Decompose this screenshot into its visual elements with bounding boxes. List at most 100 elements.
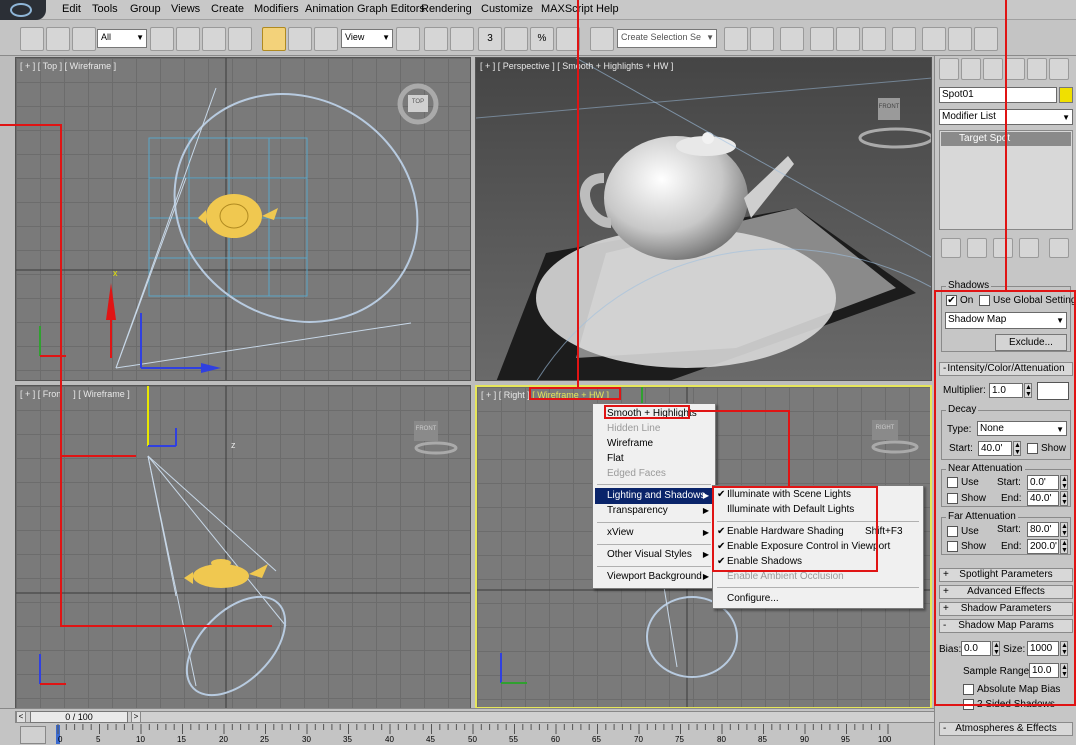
menu-animation[interactable]: Animation [305, 3, 354, 15]
menu-item-flat[interactable]: Flat [595, 451, 713, 467]
create-tab-icon[interactable] [939, 58, 959, 80]
snap-3d-icon[interactable]: 3 [478, 27, 502, 51]
menu-modifiers[interactable]: Modifiers [254, 3, 299, 15]
tick-label-35: 35 [343, 735, 352, 744]
tick-label-95: 95 [841, 735, 850, 744]
annotation-line [1005, 0, 1007, 292]
annotation-box-smooth-highlights [604, 405, 690, 419]
object-name-field[interactable]: Spot01 [939, 87, 1057, 103]
time-prev-arrow-icon[interactable]: < [16, 711, 26, 723]
tick-label-80: 80 [717, 735, 726, 744]
ref-coord-dropdown[interactable]: View [341, 29, 393, 48]
menu-customize[interactable]: Customize [481, 3, 533, 15]
menu-item-xview[interactable]: xView ▶ [595, 525, 713, 541]
menu-item-wireframe[interactable]: Wireframe [595, 436, 713, 452]
select-object-icon[interactable] [150, 27, 174, 51]
graphite-tools-icon[interactable] [810, 27, 834, 51]
schematic-view-icon[interactable] [862, 27, 886, 51]
modify-tab-icon[interactable] [961, 58, 981, 80]
annotation-line [60, 124, 62, 627]
angle-snap-icon[interactable] [504, 27, 528, 51]
viewport-top-label[interactable]: [ + ] [ Top ] [ Wireframe ] [20, 61, 116, 71]
time-next-arrow-icon[interactable]: > [131, 711, 141, 723]
viewport-front[interactable]: z [ + ] [ Fron] [ Wireframe ] FRONT [15, 385, 471, 709]
menu-group[interactable]: Group [130, 3, 161, 15]
render-production-icon[interactable] [974, 27, 998, 51]
pin-stack-icon[interactable] [941, 238, 961, 258]
viewcube-front-label[interactable]: FRONT [878, 104, 900, 110]
percent-snap-icon[interactable]: % [530, 27, 554, 51]
menu-create[interactable]: Create [211, 3, 244, 15]
align-icon[interactable] [750, 27, 774, 51]
move-icon[interactable] [262, 27, 286, 51]
menu-separator [597, 484, 711, 485]
mirror-icon[interactable] [724, 27, 748, 51]
scale-icon[interactable] [314, 27, 338, 51]
viewcube-top-label[interactable]: TOP [408, 99, 428, 105]
window-crossing-icon[interactable] [228, 27, 252, 51]
select-by-name-icon[interactable] [176, 27, 200, 51]
annotation-box-panel [934, 290, 1076, 706]
perspective-scene [476, 58, 931, 380]
viewcube-right-label[interactable]: RIGHT [872, 425, 898, 431]
menu-bar [0, 0, 1076, 20]
show-end-result-icon[interactable] [967, 238, 987, 258]
svg-text:x: x [113, 268, 118, 278]
edit-named-sel-icon[interactable] [590, 27, 614, 51]
menu-item-transparency[interactable]: Transparency ▶ [595, 503, 713, 519]
time-slider-thumb[interactable]: 0 / 100 [30, 711, 128, 723]
rect-selection-icon[interactable] [202, 27, 226, 51]
menu-graph-editors[interactable]: Graph Editors [357, 3, 425, 15]
menu-rendering[interactable]: Rendering [421, 3, 472, 15]
shading-context-menu: Smooth + Highlights Hidden Line Wirefram… [592, 403, 716, 589]
menu-help[interactable]: Help [596, 3, 619, 15]
link-icon[interactable] [20, 27, 44, 51]
tick-label-50: 50 [468, 735, 477, 744]
layer-manager-icon[interactable] [780, 27, 804, 51]
submenu-arrow-icon: ▶ [702, 491, 709, 500]
tick-label-70: 70 [634, 735, 643, 744]
rollout-atmospheres-effects[interactable]: - Atmospheres & Effects [939, 722, 1073, 736]
menu-maxscript[interactable]: MAXScript [541, 3, 593, 15]
menu-tools[interactable]: Tools [92, 3, 118, 15]
submenu-item-configure[interactable]: Configure... [715, 591, 921, 607]
viewport-top[interactable]: x [ + ] [ Top ] [ Wireframe ] TOP [15, 57, 471, 381]
mini-curve-editor-icon[interactable] [20, 726, 46, 744]
select-manipulate-icon[interactable] [424, 27, 448, 51]
hierarchy-tab-icon[interactable] [983, 58, 1003, 80]
menu-item-lighting-shadows[interactable]: Lighting and Shadows ▶ [595, 488, 713, 504]
viewport-perspective[interactable]: [ + ] [ Perspective ] [ Smooth + Highlig… [475, 57, 932, 381]
front-view-scene: z [16, 386, 470, 708]
make-unique-icon[interactable] [993, 238, 1013, 258]
remove-modifier-icon[interactable] [1019, 238, 1039, 258]
viewport-front-label[interactable]: [ + ] [ Fron] [ Wireframe ] [20, 389, 130, 399]
app-logo-icon[interactable] [0, 0, 46, 20]
viewcube-front2-label[interactable]: FRONT [414, 426, 438, 432]
pivot-icon[interactable] [396, 27, 420, 51]
render-setup-icon[interactable] [922, 27, 946, 51]
material-editor-icon[interactable] [892, 27, 916, 51]
configure-sets-icon[interactable] [1049, 238, 1069, 258]
curve-editor-icon[interactable] [836, 27, 860, 51]
rotate-icon[interactable] [288, 27, 312, 51]
menu-separator [717, 587, 919, 588]
unlink-icon[interactable] [46, 27, 70, 51]
tick-label-60: 60 [551, 735, 560, 744]
keyboard-shortcut-icon[interactable] [450, 27, 474, 51]
selection-filter-dropdown[interactable]: All [97, 29, 147, 48]
annotation-line [788, 410, 790, 488]
menu-item-viewport-background[interactable]: Viewport Background ▶ [595, 569, 713, 585]
menu-item-other-visual-styles[interactable]: Other Visual Styles ▶ [595, 547, 713, 563]
named-selection-sets-dropdown[interactable]: Create Selection Se [617, 29, 717, 48]
motion-tab-icon[interactable] [1005, 58, 1025, 80]
time-slider-track[interactable] [15, 711, 935, 723]
menu-views[interactable]: Views [171, 3, 200, 15]
utilities-tab-icon[interactable] [1049, 58, 1069, 80]
tick-label-20: 20 [219, 735, 228, 744]
rendered-frame-icon[interactable] [948, 27, 972, 51]
menu-edit[interactable]: Edit [62, 3, 81, 15]
object-color-swatch[interactable] [1059, 87, 1073, 103]
bind-spacewarp-icon[interactable] [72, 27, 96, 51]
tick-label-55: 55 [509, 735, 518, 744]
display-tab-icon[interactable] [1027, 58, 1047, 80]
